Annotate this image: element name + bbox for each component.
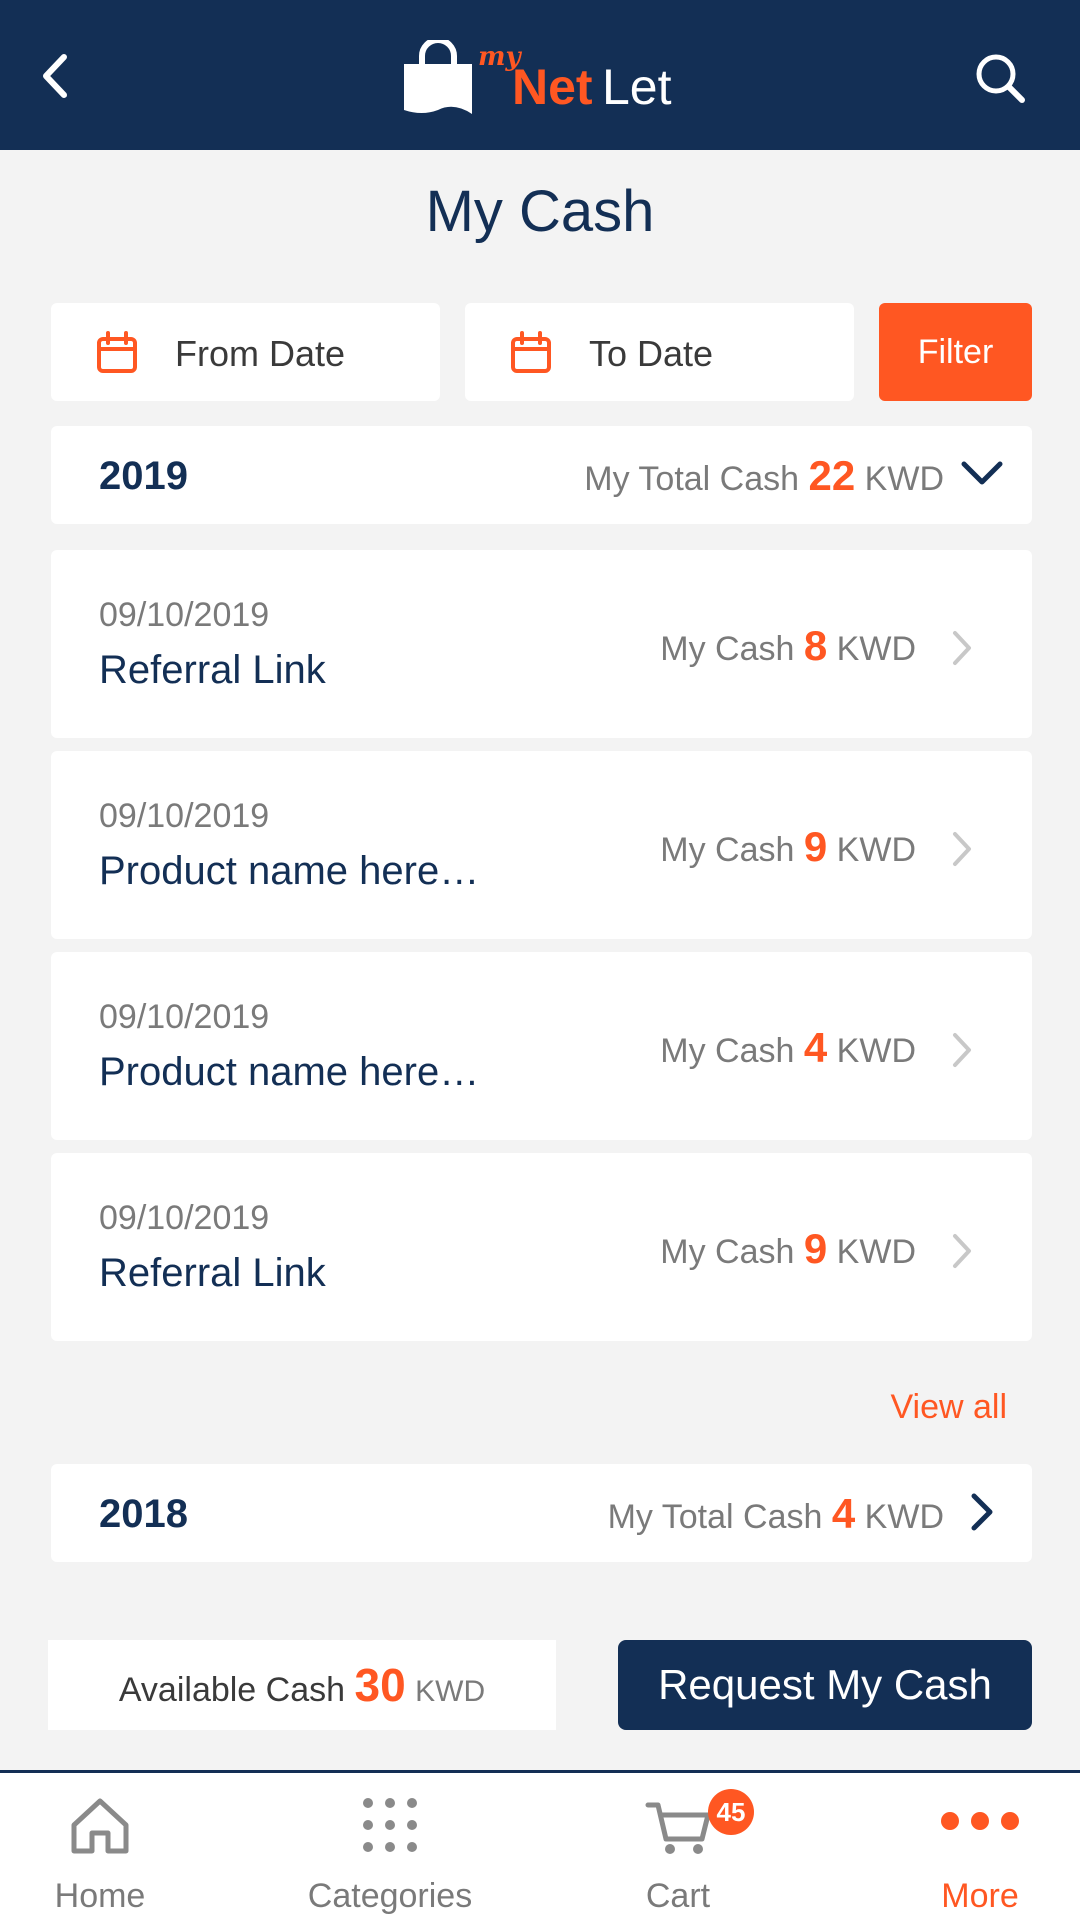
to-date-field[interactable]: To Date (465, 303, 854, 401)
cash-entry-row[interactable]: 09/10/2019 Referral Link My Cash 8 KWD (51, 550, 1032, 738)
grid-dots-icon (363, 1798, 417, 1852)
currency-label: KWD (864, 460, 944, 498)
entry-currency: KWD (836, 831, 916, 869)
total-cash-label: My Total Cash (584, 460, 800, 498)
year-total-cash: My Total Cash 4 KWD (608, 1490, 944, 1538)
year-label: 2019 (99, 454, 188, 498)
year-group-header-2019[interactable]: 2019 My Total Cash 22 KWD (51, 426, 1032, 524)
nav-more-label: More (941, 1877, 1019, 1915)
back-arrow-icon[interactable] (36, 51, 76, 101)
entry-cash-label: My Cash (660, 1032, 795, 1070)
entry-cash-amount: 4 (803, 1024, 828, 1071)
entry-cash: My Cash 9 KWD (660, 1225, 916, 1273)
currency-label: KWD (864, 1498, 944, 1536)
entry-cash-label: My Cash (660, 831, 795, 869)
bottom-navigation: Home Categories 45 Cart More (0, 1770, 1080, 1923)
available-cash-currency: KWD (415, 1675, 486, 1708)
calendar-icon (97, 331, 137, 373)
total-cash-label: My Total Cash (607, 1498, 823, 1536)
entry-title: Product name here… (99, 849, 480, 893)
more-dots-icon (941, 1812, 1019, 1830)
entry-currency: KWD (836, 1233, 916, 1271)
available-cash-box: Available Cash 30 KWD (48, 1640, 556, 1730)
chevron-right-icon (953, 832, 971, 866)
entry-cash-amount: 8 (803, 622, 828, 669)
year-group-header-2018[interactable]: 2018 My Total Cash 4 KWD (51, 1464, 1032, 1562)
logo-net-text: Net (512, 59, 593, 115)
cash-entry-row[interactable]: 09/10/2019 Product name here… My Cash 9 … (51, 751, 1032, 939)
netlet-logo: my Net Let (400, 36, 690, 116)
nav-categories[interactable]: Categories (290, 1773, 490, 1923)
cash-entry-row[interactable]: 09/10/2019 Product name here… My Cash 4 … (51, 952, 1032, 1140)
calendar-icon (511, 331, 551, 373)
nav-home-label: Home (54, 1877, 146, 1915)
chevron-right-icon (953, 1234, 971, 1268)
page-title: My Cash (425, 179, 655, 244)
cart-count-badge: 45 (708, 1789, 754, 1835)
entry-cash-label: My Cash (660, 630, 795, 668)
entry-cash: My Cash 4 KWD (660, 1024, 916, 1072)
request-my-cash-button[interactable]: Request My Cash (618, 1640, 1032, 1730)
to-date-placeholder: To Date (589, 333, 714, 374)
entry-cash: My Cash 9 KWD (660, 823, 916, 871)
from-date-field[interactable]: From Date (51, 303, 440, 401)
entry-title: Referral Link (99, 648, 326, 692)
chevron-right-icon (953, 631, 971, 665)
nav-home[interactable]: Home (0, 1773, 200, 1923)
chevron-down-icon (961, 461, 1003, 485)
entry-date: 09/10/2019 (99, 998, 270, 1036)
home-icon (71, 1798, 129, 1854)
year-total-cash: My Total Cash 22 KWD (584, 452, 944, 500)
filter-button[interactable]: Filter (879, 303, 1032, 401)
available-cash-label: Available Cash (118, 1671, 346, 1709)
entry-cash-label: My Cash (660, 1233, 795, 1271)
nav-categories-label: Categories (307, 1877, 473, 1915)
logo-let-text: Let (602, 59, 672, 115)
entry-cash: My Cash 8 KWD (660, 622, 916, 670)
cash-entry-row[interactable]: 09/10/2019 Referral Link My Cash 9 KWD (51, 1153, 1032, 1341)
entry-currency: KWD (836, 630, 916, 668)
entry-currency: KWD (836, 1032, 916, 1070)
entry-date: 09/10/2019 (99, 797, 270, 835)
view-all-link[interactable]: View all (890, 1388, 1007, 1427)
available-cash-value: 30 (354, 1659, 406, 1711)
nav-more[interactable]: More (880, 1773, 1080, 1923)
year-label: 2018 (99, 1492, 188, 1536)
total-cash-value: 4 (831, 1490, 856, 1537)
nav-cart[interactable]: 45 Cart (578, 1773, 778, 1923)
search-icon[interactable] (972, 50, 1028, 106)
entry-cash-amount: 9 (803, 823, 828, 870)
chevron-right-icon (953, 1033, 971, 1067)
entry-date: 09/10/2019 (99, 596, 270, 634)
total-cash-value: 22 (808, 452, 856, 499)
entry-title: Product name here… (99, 1050, 480, 1094)
nav-cart-label: Cart (645, 1877, 711, 1915)
top-app-bar: my Net Let (0, 0, 1080, 150)
from-date-placeholder: From Date (175, 333, 346, 374)
entry-cash-amount: 9 (803, 1225, 828, 1272)
chevron-right-icon (971, 1493, 993, 1531)
shopping-bag-icon (404, 40, 472, 114)
entry-date: 09/10/2019 (99, 1199, 270, 1237)
entry-title: Referral Link (99, 1251, 326, 1295)
